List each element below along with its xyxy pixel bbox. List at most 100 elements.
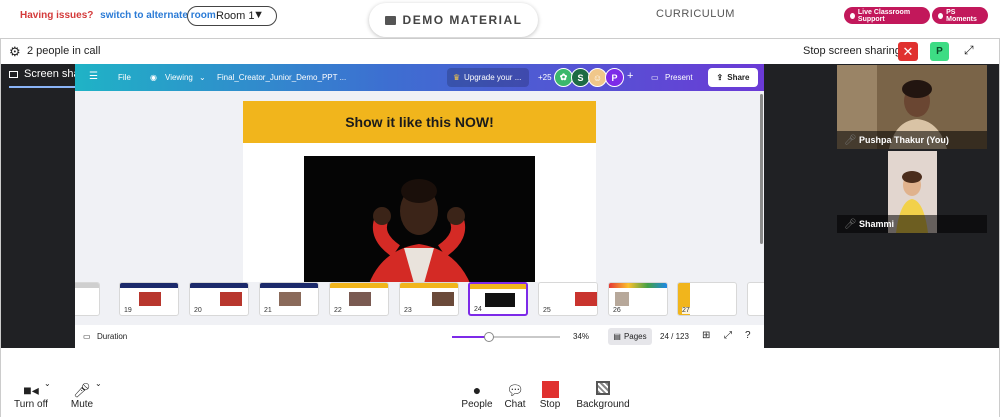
share-icon: ⇪ <box>716 73 724 82</box>
turn-off-label: Turn off <box>14 399 48 410</box>
call-panel: ⚙ 2 people in call Stop screen sharing ✕… <box>0 38 1000 417</box>
participant-name: Shammi <box>837 215 987 233</box>
ps-moments-label: PS Moments <box>946 8 977 23</box>
presenter-photo <box>304 156 535 301</box>
slide-thumbnail[interactable] <box>747 282 764 316</box>
zoom-slider[interactable] <box>452 332 560 342</box>
moments-icon <box>938 12 944 19</box>
pages-label: Pages <box>623 332 647 341</box>
thumbnail-header <box>470 284 526 289</box>
share-button[interactable]: ⇪ Share <box>708 68 758 87</box>
zoom-value[interactable]: 34% <box>573 332 589 341</box>
pages-button[interactable]: ▤ Pages <box>608 328 652 345</box>
thumbnail-header <box>400 283 458 288</box>
chevron-down-icon: ⌄ <box>199 73 206 82</box>
issues-text: Having issues? <box>20 10 94 21</box>
upgrade-button[interactable]: ♛ Upgrade your ... <box>447 68 529 87</box>
curriculum-tab[interactable]: CURRICULUM <box>656 8 735 20</box>
crown-icon: ♛ <box>453 73 461 82</box>
camera-toggle-button[interactable]: ■◂ ⌄ Turn off <box>13 379 51 410</box>
thumbnail-image <box>432 292 454 306</box>
help-icon[interactable]: ? <box>745 330 751 341</box>
upgrade-label: Upgrade your ... <box>464 73 522 82</box>
slide-thumbnail[interactable]: 22 <box>329 282 389 316</box>
slide-title: Show it like this NOW! <box>243 101 596 143</box>
self-name: Pushpa Thakur (You) <box>837 131 987 149</box>
current-slide: Show it like this NOW! <box>243 101 596 301</box>
dropdown-triangle-icon: ▼ <box>253 9 264 21</box>
thumbnail-image <box>220 292 242 306</box>
stop-share-button[interactable]: Stop <box>538 381 562 410</box>
background-icon <box>575 381 631 399</box>
thumbnail-number: 22 <box>334 307 342 314</box>
gear-icon[interactable]: ⚙ <box>9 44 21 60</box>
slide-thumbnail[interactable] <box>75 282 100 316</box>
chevron-down-icon[interactable]: ⌄ <box>44 379 51 388</box>
present-icon: ▭ <box>651 73 659 82</box>
fullscreen-icon[interactable]: ⤢ <box>724 330 732 341</box>
stop-share-icon <box>538 381 562 399</box>
thumbnail-number: 24 <box>474 306 482 313</box>
slide-thumbnail[interactable]: 25 <box>538 282 598 316</box>
duration-icon: ▭ <box>83 332 91 341</box>
stop-sharing-button[interactable]: ✕ <box>898 42 918 61</box>
present-button[interactable]: Present <box>665 73 693 82</box>
thumbnail-header <box>190 283 248 288</box>
stop-sharing-label: Stop screen sharing <box>803 45 901 57</box>
zoom-slider-handle[interactable] <box>484 332 494 342</box>
menu-icon[interactable]: ☰ <box>89 71 98 82</box>
thumbnail-image <box>575 292 597 306</box>
person-illustration <box>304 156 535 301</box>
people-count: 2 people in call <box>27 45 101 57</box>
background-button[interactable]: Background <box>575 381 631 410</box>
thumbnail-number: 23 <box>404 307 412 314</box>
participant-tile-self[interactable]: 🎤︎ Pushpa Thakur (You) <box>837 65 987 149</box>
participant-tile-other[interactable]: 🎤︎ Shammi <box>837 151 987 233</box>
thumbnail-header <box>330 283 388 288</box>
mute-label: Mute <box>70 399 94 410</box>
thumbnail-header <box>609 283 667 288</box>
collaborator-avatar-p[interactable]: P <box>605 68 624 87</box>
thumbnail-image <box>349 292 371 306</box>
grid-view-icon[interactable]: ⊞ <box>702 330 710 341</box>
slide-thumbnail[interactable]: 26 <box>608 282 668 316</box>
microphone-icon: 🎤︎ <box>73 382 91 398</box>
slide-thumbnail[interactable]: 19 <box>119 282 179 316</box>
vertical-scrollbar[interactable] <box>760 94 763 244</box>
demo-material-button[interactable]: DEMO MATERIAL <box>369 3 538 37</box>
mute-button[interactable]: 🎤︎ ⌄ Mute <box>68 379 102 410</box>
chat-button[interactable]: 💬︎ Chat <box>503 381 527 410</box>
demo-material-label: DEMO MATERIAL <box>402 13 523 27</box>
chevron-down-icon[interactable]: ⌄ <box>95 379 102 388</box>
chat-label: Chat <box>504 399 526 410</box>
slide-thumbnail-active[interactable]: 24 <box>468 282 528 316</box>
call-controls: ■◂ ⌄ Turn off 🎤︎ ⌄ Mute ● People 💬︎ Chat… <box>1 375 999 417</box>
slide-thumbnail[interactable]: 21 <box>259 282 319 316</box>
slide-thumbnail[interactable]: 20 <box>189 282 249 316</box>
document-title[interactable]: Final_Creator_Junior_Demo_PPT ... <box>217 73 346 82</box>
viewing-mode[interactable]: Viewing <box>165 73 193 82</box>
shared-screen-canva: ☰ File ◉ Viewing ⌄ Final_Creator_Junior_… <box>75 64 764 348</box>
canva-toolbar: ☰ File ◉ Viewing ⌄ Final_Creator_Junior_… <box>75 64 764 91</box>
call-header: ⚙ 2 people in call Stop screen sharing ✕… <box>1 39 999 64</box>
thumbnail-number: 26 <box>613 307 621 314</box>
room-select[interactable]: Room 1 ▼ <box>187 6 277 26</box>
thumbnail-image <box>139 292 161 306</box>
thumbnail-header <box>120 283 178 288</box>
add-collaborator-icon[interactable]: + <box>627 70 633 82</box>
page-counter: 24 / 123 <box>660 332 689 341</box>
live-support-button[interactable]: Live Classroom Support <box>844 7 930 24</box>
file-menu[interactable]: File <box>118 73 131 82</box>
thumbnail-header <box>260 283 318 288</box>
ps-moments-button[interactable]: PS Moments <box>932 7 988 24</box>
self-avatar[interactable]: P <box>930 42 949 61</box>
canva-footer: ▭ Duration 34% ▤ Pages 24 / 123 ⊞ ⤢ ? <box>75 325 764 348</box>
duration-button[interactable]: Duration <box>97 332 127 341</box>
thumbnail-image <box>615 292 629 306</box>
collaborator-count[interactable]: +25 <box>538 73 552 82</box>
expand-icon[interactable]: ⤢ <box>964 43 974 58</box>
slide-thumbnail[interactable]: 27 <box>677 282 737 316</box>
top-bar: Having issues? switch to alternate room … <box>0 0 1000 37</box>
people-button[interactable]: ● People <box>460 381 494 410</box>
slide-thumbnail[interactable]: 23 <box>399 282 459 316</box>
